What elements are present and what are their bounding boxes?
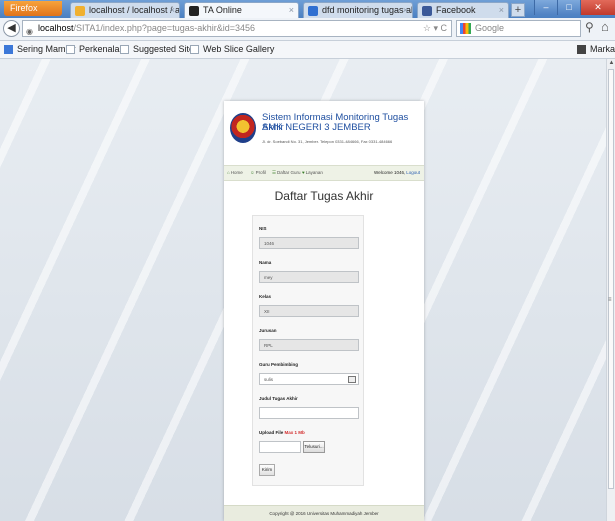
school-address: Jl. dr. Soebandi No. 31, Jember. Telepon…: [262, 139, 393, 144]
bookmarks-toolbar: Sering Mampir Perkenalan Suggested Sites…: [0, 41, 615, 59]
home-icon[interactable]: ⌂: [601, 19, 609, 34]
google-icon: [460, 23, 471, 34]
bookmark-web-slice-gallery[interactable]: Web Slice Gallery: [190, 41, 274, 58]
judul-field[interactable]: [259, 407, 359, 419]
window-controls: – □ ✕: [534, 0, 615, 16]
facebook-favicon-icon: [422, 6, 432, 16]
navigation-toolbar: ◀ ◉ localhost/SITA1/index.php?page=tugas…: [0, 18, 615, 41]
tugas-akhir-form: NIS 1046 Nama mey Kelas XII Jurusan RPL …: [252, 215, 364, 486]
school-logo: [230, 113, 256, 143]
nama-field[interactable]: mey: [259, 271, 359, 283]
new-tab-button[interactable]: +: [511, 3, 525, 17]
menu-layanan[interactable]: ♥Layanan: [302, 166, 323, 180]
calendar-icon[interactable]: [348, 376, 356, 383]
site-identity-icon[interactable]: ◉: [26, 24, 33, 39]
site-header: Sistem Informasi Monitoring Tugas Akhir …: [224, 101, 424, 165]
site-menu: ⌂Home ☺Profil ☰Daftar Guru ♥Layanan Welc…: [224, 165, 424, 181]
tab-dfd-monitoring[interactable]: dfd monitoring tugas akhi... ×: [303, 2, 413, 18]
upload-limit: Max 1 Mb: [284, 430, 305, 435]
guru-pembimbing-label: Guru Pembimbing: [259, 362, 299, 367]
search-icon[interactable]: ⚲: [585, 20, 594, 34]
close-window-icon[interactable]: ✕: [580, 0, 615, 15]
nis-field[interactable]: 1046: [259, 237, 359, 249]
bookmark-icon: [4, 45, 13, 54]
heart-icon: ♥: [302, 170, 305, 175]
welcome-text: Welcome 1046,Logout: [374, 170, 420, 175]
close-tab-icon[interactable]: ×: [403, 3, 408, 18]
file-path-field[interactable]: [259, 441, 301, 453]
url-path: /SITA1/index.php?page=tugas-akhir&id=345…: [73, 23, 255, 33]
close-tab-icon[interactable]: ×: [289, 3, 294, 18]
page-favicon-icon: [189, 6, 199, 16]
judul-label: Judul Tugas Akhir: [259, 396, 298, 401]
nis-label: NIS: [259, 226, 267, 231]
address-bar[interactable]: ◉ localhost/SITA1/index.php?page=tugas-a…: [22, 20, 452, 37]
jurusan-field[interactable]: RPL: [259, 339, 359, 351]
logout-link[interactable]: Logout: [406, 170, 420, 175]
tab-label: localhost / localhost / apli...: [89, 5, 180, 15]
page-icon: [190, 45, 199, 54]
menu-home[interactable]: ⌂Home: [227, 166, 243, 180]
browse-button[interactable]: Telusuri...: [303, 441, 325, 453]
bookmarks-icon: [577, 45, 586, 54]
page-viewport: Sistem Informasi Monitoring Tugas Akhir …: [0, 59, 606, 521]
upload-label: Upload File Max 1 Mb: [259, 430, 305, 435]
scrollbar-grip-icon: ≡: [608, 297, 612, 303]
page-container: Sistem Informasi Monitoring Tugas Akhir …: [224, 101, 424, 521]
tab-label: TA Online: [203, 5, 242, 15]
tab-facebook[interactable]: Facebook ×: [417, 2, 509, 18]
list-icon: ☰: [272, 170, 277, 175]
url-host: localhost: [38, 23, 74, 33]
bookmark-suggested-sites[interactable]: Suggested Sites: [120, 41, 199, 58]
vertical-scrollbar[interactable]: ▲ ≡: [606, 59, 615, 521]
firefox-menu-button[interactable]: Firefox: [4, 1, 62, 16]
school-name: SMK NEGERI 3 JEMBER: [262, 122, 371, 133]
page-icon: [120, 45, 129, 54]
home-icon: ⌂: [227, 170, 230, 175]
search-engine-label: Google: [475, 23, 505, 33]
close-tab-icon[interactable]: ×: [170, 3, 175, 18]
bookmarks-menu-button[interactable]: Markah: [577, 41, 615, 58]
menu-daftar-guru[interactable]: ☰Daftar Guru: [272, 166, 301, 180]
scrollbar-thumb[interactable]: [608, 69, 614, 489]
bookmark-reload-icon[interactable]: ☆ ▾ C: [423, 21, 447, 36]
tab-ta-online[interactable]: TA Online ×: [184, 2, 299, 18]
maximize-icon[interactable]: □: [557, 0, 580, 15]
back-button-icon[interactable]: ◀: [3, 20, 20, 37]
close-tab-icon[interactable]: ×: [499, 3, 504, 18]
menu-profil[interactable]: ☺Profil: [250, 166, 266, 180]
minimize-icon[interactable]: –: [534, 0, 557, 15]
search-favicon-icon: [308, 6, 318, 16]
nama-label: Nama: [259, 260, 272, 265]
page-icon: [66, 45, 75, 54]
site-footer: Copyright @ 2016 Universitas Muhammadiya…: [224, 505, 424, 521]
tab-label: dfd monitoring tugas akhi...: [322, 5, 412, 15]
kelas-field[interactable]: XII: [259, 305, 359, 317]
browser-titlebar: Firefox localhost / localhost / apli... …: [0, 0, 615, 18]
bookmark-perkenalan[interactable]: Perkenalan: [66, 41, 125, 58]
user-icon: ☺: [250, 170, 255, 175]
page-title: Daftar Tugas Akhir: [274, 189, 374, 203]
bookmark-sering-mampir[interactable]: Sering Mampir: [4, 41, 76, 58]
kelas-label: Kelas: [259, 294, 272, 299]
phpmyadmin-favicon-icon: [75, 6, 85, 16]
tab-label: Facebook: [436, 5, 476, 15]
jurusan-label: Jurusan: [259, 328, 277, 333]
guru-pembimbing-value: sulis: [264, 377, 274, 382]
guru-pembimbing-select[interactable]: sulis: [259, 373, 359, 385]
submit-button[interactable]: Kirim: [259, 464, 275, 476]
scroll-up-icon[interactable]: ▲: [607, 59, 615, 68]
search-field[interactable]: Google: [456, 20, 581, 37]
tab-phpmyadmin[interactable]: localhost / localhost / apli... ×: [70, 2, 180, 18]
